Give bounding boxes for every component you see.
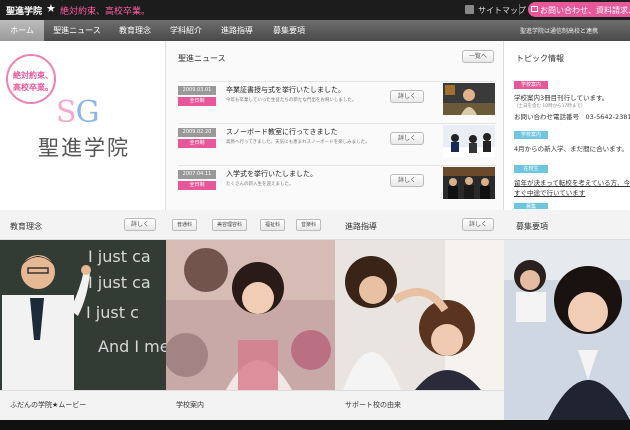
news-list-button[interactable]: 一覧へ (462, 50, 495, 63)
column-title: 募集要項 (516, 222, 548, 231)
board-text: I just ca (88, 247, 151, 266)
bubble-line: 高校卒業。 (13, 83, 53, 92)
column-header: 進路指導 詳しく (335, 210, 504, 240)
origin-link[interactable]: サポート校の由来 (345, 400, 401, 410)
news-summary: たくさんの新入生を迎えました。 (226, 182, 294, 187)
column-footer[interactable]: 学校案内 (166, 390, 335, 420)
topic-category: 学校案内 (514, 131, 548, 139)
teacher-photo[interactable]: I just ca I just ca I just c And I me (0, 240, 166, 390)
page-edge (166, 420, 335, 430)
news-panel: 聖進ニュース 一覧へ 2009.03.01 全日制 卒業証書授与式を挙行いたしま… (166, 41, 504, 210)
admission-column: 募集要項 (504, 210, 630, 430)
tab-welfare[interactable]: 福祉科 (260, 219, 286, 231)
column-title: 教育理念 (10, 222, 42, 231)
school-guide-link[interactable]: 学校案内 (176, 400, 204, 410)
page-edge (504, 420, 630, 430)
philosophy-column: 教育理念 詳しく I just ca I just ca I just c An… (0, 210, 166, 430)
nav-item-philosophy[interactable]: 教育理念 (110, 20, 160, 41)
page-edge (335, 420, 504, 430)
nav-note: 聖進学院は通信制高校と連携 (520, 28, 599, 35)
news-title: 聖進ニュース (178, 54, 226, 63)
star-icon: ★ (46, 2, 56, 15)
news-summary: 今年も卒業していった生徒たちの新たな門出をお祝いしました。 (226, 98, 357, 103)
news-headline[interactable]: スノーボード教室に行ってきました (226, 127, 337, 137)
bubble-line: 絶対約束、 (13, 71, 53, 80)
news-summary: 高原へ行ってきました。天気にも恵まれスノーボードを楽しみました。 (226, 140, 370, 145)
board-text: And I me (98, 337, 166, 356)
students-photo[interactable] (166, 240, 335, 390)
slogan-bubble: 絶対約束、 高校卒業。 (6, 54, 56, 104)
sg-logo: SG (56, 95, 100, 130)
school-name: 聖進学院 (38, 136, 130, 160)
tab-music[interactable]: 音楽科 (296, 219, 322, 231)
page-edge (0, 420, 166, 430)
detail-button[interactable]: 詳しく (462, 218, 495, 231)
column-header: 普通科 美容理容科 福祉科 音楽科 (166, 210, 335, 240)
news-item[interactable]: 2007.04.11 全日制 入学式を挙行いたしました。 たくさんの新入生を迎え… (178, 165, 496, 200)
topic-category: 在校生 (514, 165, 548, 173)
news-item[interactable]: 2009.03.01 全日制 卒業証書授与式を挙行いたしました。 今年も卒業して… (178, 81, 496, 116)
column-header: 教育理念 詳しく (0, 210, 166, 240)
top-bar: 聖進学院 ★ 絶対約束、高校卒業。 サイトマップ お問い合わせ、資料請求、お (0, 0, 630, 20)
topic-text: お問い合わせ電話番号 03-5642-2381 (514, 113, 630, 121)
news-thumbnail[interactable] (443, 125, 495, 157)
contact-request-button[interactable]: お問い合わせ、資料請求、お (528, 2, 630, 17)
column-footer[interactable]: サポート校の由来 (335, 390, 504, 420)
nav-item-home[interactable]: ホーム (0, 20, 44, 41)
news-detail-button[interactable]: 詳しく (390, 132, 424, 145)
news-detail-button[interactable]: 詳しく (390, 174, 424, 187)
news-category: 全日制 (178, 97, 216, 106)
tab-beauty[interactable]: 美容理容科 (212, 219, 248, 231)
nav-item-news[interactable]: 聖進ニュース (44, 20, 110, 41)
topic-subtext: （土日を含む 10時から17時まで） (514, 104, 586, 109)
contact-label: お問い合わせ、資料請求、お (540, 6, 630, 15)
topic-link[interactable]: 留年が決まって転校を考えている方、今 (514, 177, 630, 187)
movie-link[interactable]: ふだんの学院★ムービー (10, 400, 86, 410)
topic-link[interactable]: すぐ中途で行いています (514, 187, 585, 197)
board-text: I just c (86, 303, 139, 322)
news-thumbnail[interactable] (443, 167, 495, 199)
envelope-icon (531, 6, 538, 12)
news-date: 2007.04.11 (178, 170, 216, 179)
news-headline[interactable]: 卒業証書授与式を挙行いたしました。 (226, 85, 345, 95)
brand-name[interactable]: 聖進学院 (6, 4, 42, 17)
topic-category: 募集 (514, 203, 548, 210)
tab-general[interactable]: 普通科 (172, 219, 198, 231)
detail-button[interactable]: 詳しく (124, 218, 157, 231)
main-nav: ホーム 聖進ニュース 教育理念 学科紹介 進路指導 募集要項 聖進学院は通信制高… (0, 20, 630, 41)
column-title: 進路指導 (345, 222, 377, 231)
nav-item-courses[interactable]: 学科紹介 (160, 20, 212, 41)
topic-text[interactable]: 4月からの新入学、まだ間に合います。 (514, 143, 628, 153)
sitemap-icon[interactable] (465, 5, 474, 14)
column-header: 募集要項 (504, 210, 630, 240)
nav-item-career[interactable]: 進路指導 (212, 20, 262, 41)
news-thumbnail[interactable] (443, 83, 495, 115)
news-category: 全日制 (178, 181, 216, 190)
board-text: I just ca (88, 273, 151, 292)
hairdressing-photo[interactable] (335, 240, 504, 390)
slogan: 絶対約束、高校卒業。 (60, 7, 151, 17)
news-headline[interactable]: 入学式を挙行いたしました。 (226, 169, 317, 179)
student-photo[interactable] (504, 240, 630, 420)
nav-item-admission[interactable]: 募集要項 (262, 20, 316, 41)
career-column: 進路指導 詳しく サポート校の由来 (335, 210, 504, 430)
news-date: 2009.03.01 (178, 86, 216, 95)
courses-column: 普通科 美容理容科 福祉科 音楽科 学校案内 (166, 210, 335, 430)
news-date: 2009.02.20 (178, 128, 216, 137)
news-detail-button[interactable]: 詳しく (390, 90, 424, 103)
topic-category: 学校案内 (514, 81, 548, 89)
divider (519, 4, 520, 15)
news-item[interactable]: 2009.02.20 全日制 スノーボード教室に行ってきました 高原へ行ってきま… (178, 123, 496, 158)
topics-title: トピック情報 (516, 54, 564, 63)
logo-area: 絶対約束、 高校卒業。 SG 聖進学院 (0, 41, 166, 210)
topics-panel: トピック情報 学校案内 学校案内3冊目刊行しています。 （土日を含む 10時から… (504, 41, 630, 210)
topic-text[interactable]: 学校案内3冊目刊行しています。 (514, 92, 608, 102)
column-footer[interactable]: ふだんの学院★ムービー (0, 390, 166, 420)
news-category: 全日制 (178, 139, 216, 148)
